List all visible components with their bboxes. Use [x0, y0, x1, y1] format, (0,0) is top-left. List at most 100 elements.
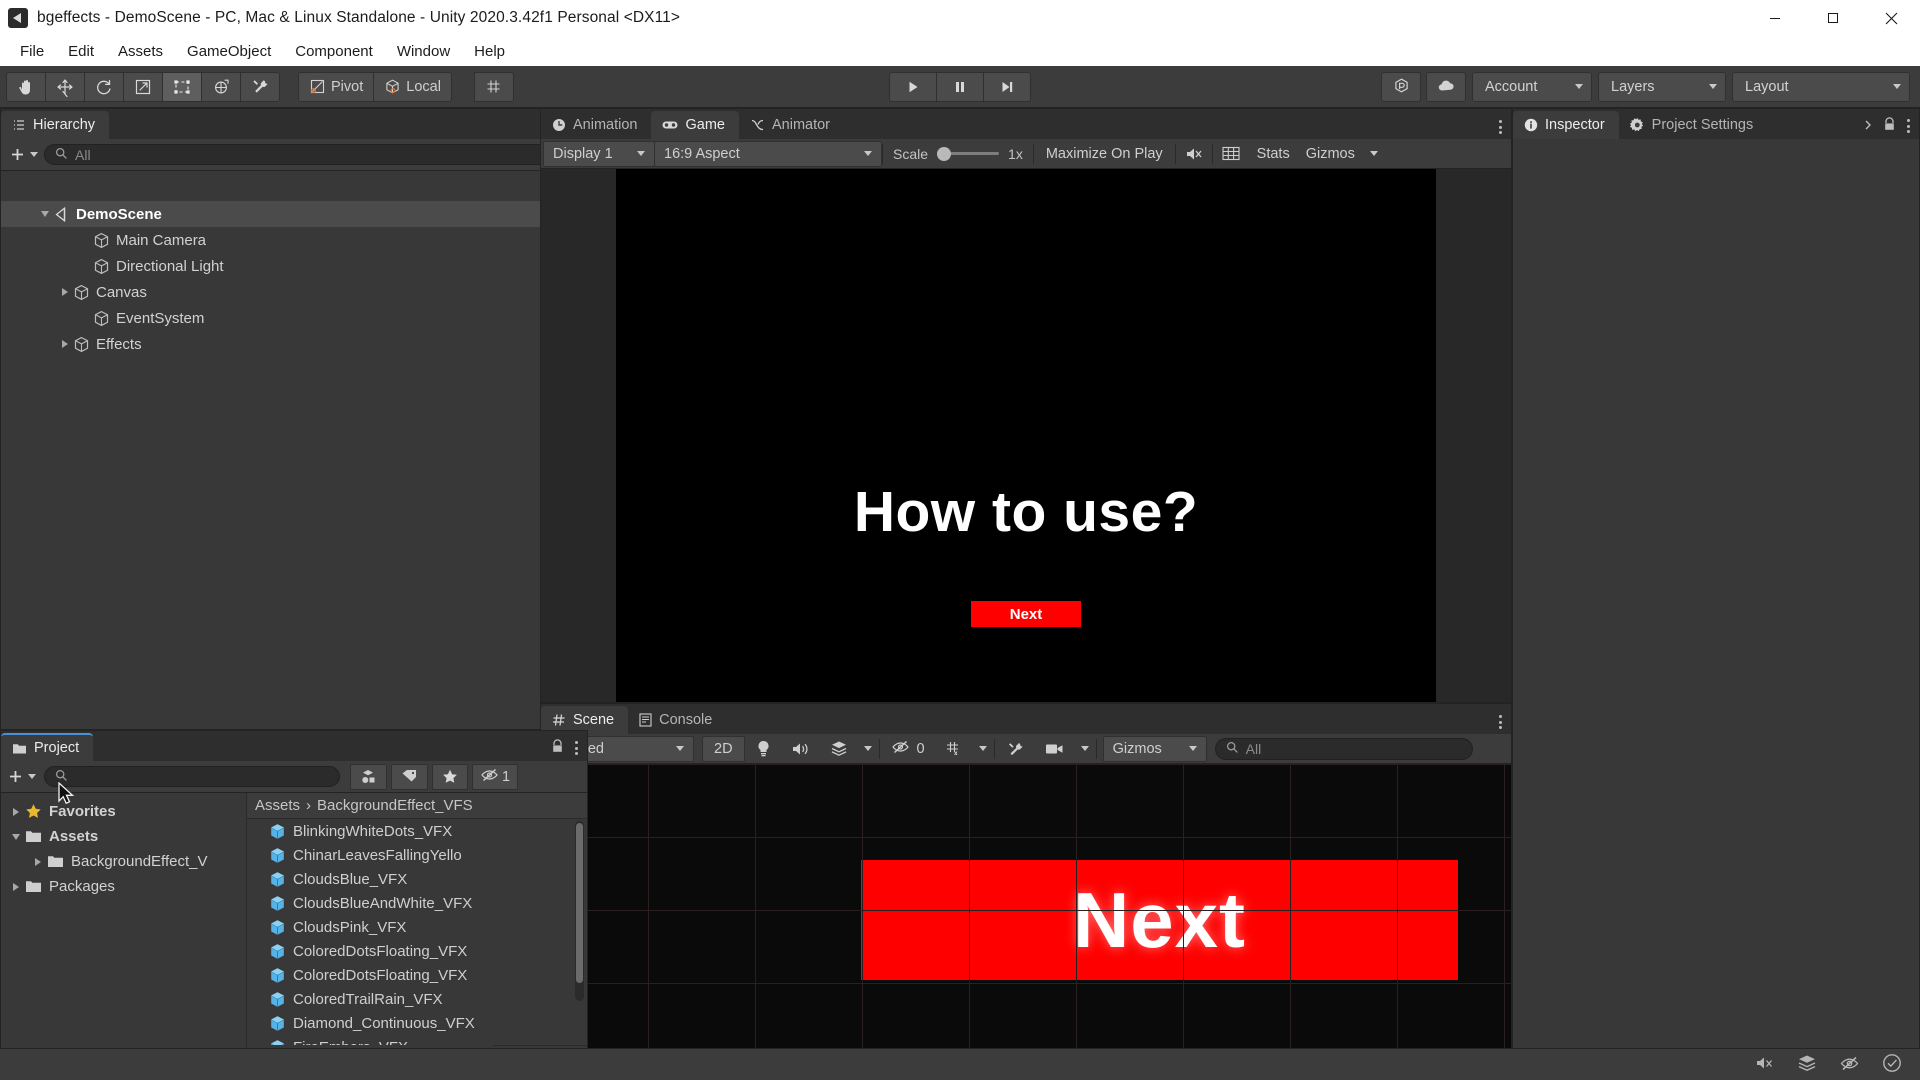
kebab-icon[interactable]: [1498, 119, 1502, 135]
scale-slider[interactable]: Scale 1x: [883, 146, 1033, 162]
hierarchy-item-eventsystem[interactable]: EventSystem: [1, 305, 587, 331]
display-dropdown[interactable]: Display 1: [543, 140, 655, 167]
layout-dropdown[interactable]: Layout: [1732, 71, 1910, 102]
menu-edit[interactable]: Edit: [56, 40, 106, 63]
minimize-icon[interactable]: [1746, 0, 1804, 36]
aspect-dropdown[interactable]: 16:9 Aspect: [654, 140, 882, 167]
hierarchy-item-main-camera[interactable]: Main Camera: [1, 227, 587, 253]
stats-grid-icon[interactable]: [1213, 141, 1249, 167]
move-tool[interactable]: [45, 71, 85, 102]
maximize-icon[interactable]: [1804, 0, 1862, 36]
create-asset-button[interactable]: [7, 768, 36, 785]
kebab-icon[interactable]: [1906, 118, 1910, 134]
stats-button[interactable]: Stats: [1249, 141, 1298, 167]
grid-dropdown[interactable]: [974, 736, 992, 762]
chevron-right-icon[interactable]: [7, 883, 25, 891]
hierarchy-item-directional-light[interactable]: Directional Light: [1, 253, 587, 279]
tab-game[interactable]: Game: [651, 111, 739, 139]
step-button[interactable]: [983, 71, 1031, 102]
hierarchy-item-demoscene[interactable]: DemoScene: [1, 201, 587, 227]
maximize-on-play-toggle[interactable]: Maximize On Play: [1034, 141, 1175, 167]
scale-track[interactable]: [937, 146, 1000, 161]
chevron-right-icon[interactable]: [29, 858, 47, 866]
camera-dropdown[interactable]: [1076, 736, 1094, 762]
audio-icon[interactable]: [782, 736, 819, 762]
camera-icon[interactable]: [1036, 736, 1074, 762]
layers-status-icon[interactable]: [1797, 1054, 1817, 1075]
mute-audio-icon[interactable]: [1176, 141, 1212, 167]
menu-gameobject[interactable]: GameObject: [175, 40, 283, 63]
menu-file[interactable]: File: [8, 40, 56, 63]
menu-component[interactable]: Component: [283, 40, 385, 63]
scene-render-area[interactable]: Next: [541, 764, 1511, 1079]
hierarchy-list[interactable]: DemoScene Main Camera Directional Light Can…: [1, 201, 587, 729]
effects-dropdown[interactable]: [859, 736, 877, 762]
wrench-icon[interactable]: [240, 71, 280, 102]
lighting-icon[interactable]: [747, 736, 780, 762]
project-tree-item-assets[interactable]: Assets: [1, 824, 246, 849]
game-render-area[interactable]: How to use? Next: [541, 169, 1511, 702]
scene-next-object[interactable]: Next: [861, 860, 1458, 980]
favorite-star-icon[interactable]: [432, 763, 468, 790]
game-screen[interactable]: How to use? Next: [616, 169, 1436, 702]
tab-project[interactable]: Project: [1, 733, 94, 761]
grid-icon[interactable]: [936, 736, 972, 762]
project-tree-item-packages[interactable]: Packages: [1, 874, 246, 899]
tab-console[interactable]: Console: [628, 706, 726, 734]
project-tree[interactable]: Favorites Assets BackgroundEffect_V Package…: [1, 793, 247, 1079]
game-next-button[interactable]: Next: [971, 601, 1081, 627]
tab-inspector[interactable]: Inspector: [1513, 111, 1619, 139]
menu-help[interactable]: Help: [462, 40, 517, 63]
asset-item[interactable]: ColoredDotsFloating_VFX: [247, 939, 587, 963]
hidden-assets-toggle[interactable]: 1: [472, 763, 519, 790]
tab-animation[interactable]: Animation: [541, 111, 651, 139]
scene-gizmos-dropdown[interactable]: Gizmos: [1102, 735, 1207, 762]
breadcrumb-assets[interactable]: Assets: [255, 797, 300, 814]
chevron-right-icon[interactable]: [1863, 118, 1873, 134]
scale-knob[interactable]: [937, 146, 952, 161]
hand-tool[interactable]: [6, 71, 46, 102]
chevron-down-icon[interactable]: [7, 834, 25, 840]
effects-icon[interactable]: [821, 736, 857, 762]
check-circle-icon[interactable]: [1882, 1053, 1902, 1076]
project-search-input[interactable]: [44, 766, 340, 787]
tab-animator[interactable]: Animator: [739, 111, 844, 139]
asset-item[interactable]: FireEmbers_VFX: [247, 1035, 587, 1045]
close-icon[interactable]: [1862, 0, 1920, 36]
project-tree-item-backgroundeffect-v[interactable]: BackgroundEffect_V: [1, 849, 246, 874]
asset-item[interactable]: CloudsBlue_VFX: [247, 867, 587, 891]
asset-item[interactable]: ChinarLeavesFallingYello: [247, 843, 587, 867]
tab-hierarchy[interactable]: Hierarchy: [1, 111, 110, 139]
asset-filter-icon[interactable]: [350, 763, 387, 790]
asset-item[interactable]: Diamond_Continuous_VFX: [247, 1011, 587, 1035]
menu-assets[interactable]: Assets: [106, 40, 175, 63]
asset-item[interactable]: CloudsBlueAndWhite_VFX: [247, 891, 587, 915]
kebab-icon[interactable]: [1498, 714, 1502, 730]
gizmos-dropdown[interactable]: Gizmos: [1298, 141, 1384, 167]
transform-tool[interactable]: [201, 71, 241, 102]
asset-list[interactable]: BlinkingWhiteDots_VFX ChinarLeavesFalling…: [247, 819, 587, 1045]
chevron-right-icon[interactable]: [7, 808, 25, 816]
grid-snap-icon[interactable]: [473, 71, 514, 102]
tab-project-settings[interactable]: Project Settings: [1619, 111, 1768, 139]
rotate-tool[interactable]: [84, 71, 124, 102]
scale-tool[interactable]: [123, 71, 163, 102]
asset-item[interactable]: CloudsPink_VFX: [247, 915, 587, 939]
chevron-right-icon[interactable]: [57, 340, 73, 348]
asset-item[interactable]: BlinkingWhiteDots_VFX: [247, 819, 587, 843]
asset-item[interactable]: ColoredTrailRain_VFX: [247, 987, 587, 1011]
collab-icon[interactable]: [1381, 71, 1421, 102]
rect-tool[interactable]: [162, 71, 202, 102]
hidden-objects-toggle[interactable]: 0: [882, 736, 934, 762]
breadcrumb-folder[interactable]: BackgroundEffect_VFS: [317, 797, 473, 814]
hierarchy-search-input[interactable]: All: [44, 144, 579, 165]
lock-icon[interactable]: [551, 739, 564, 757]
menu-window[interactable]: Window: [385, 40, 462, 63]
play-button[interactable]: [889, 71, 937, 102]
eye-off-status-icon[interactable]: [1839, 1055, 1860, 1075]
tools-icon[interactable]: [997, 736, 1034, 762]
layers-dropdown[interactable]: Layers: [1598, 71, 1726, 102]
label-filter-icon[interactable]: [391, 763, 428, 790]
2d-toggle[interactable]: 2D: [702, 735, 745, 762]
local-toggle[interactable]: Local: [373, 71, 452, 102]
